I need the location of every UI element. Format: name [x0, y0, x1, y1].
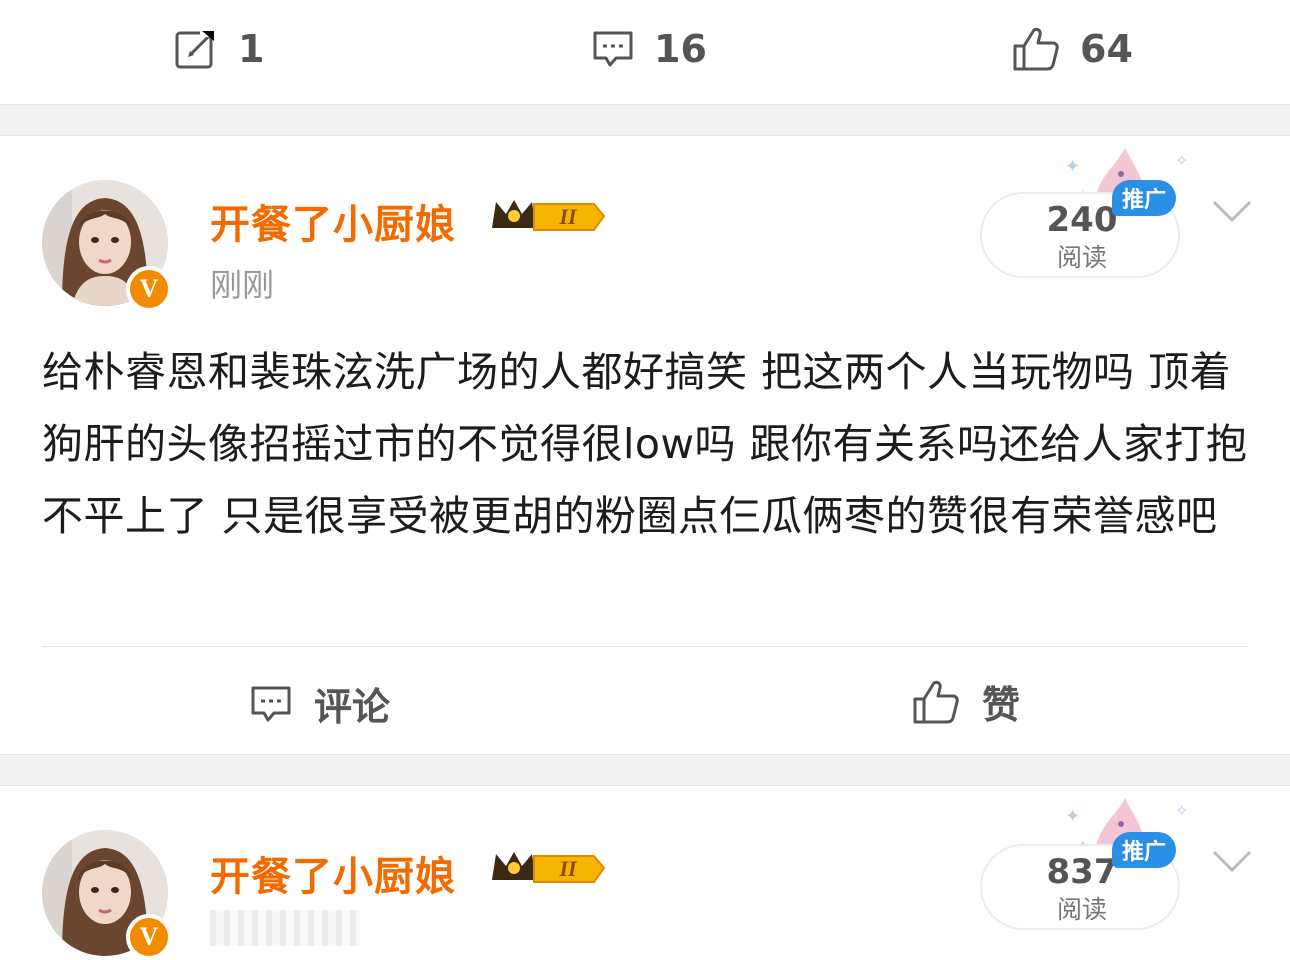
comment-icon	[251, 686, 291, 721]
username[interactable]: 开餐了小厨娘	[210, 844, 456, 902]
comment-count: 16	[654, 27, 707, 71]
redacted-time	[210, 910, 360, 946]
level-badge-text: II	[558, 856, 578, 881]
svg-text:✦: ✦	[1065, 156, 1080, 177]
crown-badge-icon: II	[492, 852, 606, 883]
repost-icon	[175, 29, 216, 69]
previous-post-action-bar: 1 16 64	[0, 0, 1290, 104]
username[interactable]: 开餐了小厨娘	[210, 192, 456, 250]
post-divider	[42, 646, 1248, 647]
feed-separator	[0, 754, 1290, 786]
post-content: 给朴睿恩和裴珠泫洗广场的人都好搞笑 把这两个人当玩物吗 顶着狗肝的头像招摇过市的…	[42, 348, 1248, 540]
feed-post: V 开餐了小厨娘 II ✦ ✧ ✦ 837 阅读 推广	[0, 786, 1290, 960]
comment-icon	[593, 31, 633, 67]
crown-badge-icon: II	[492, 200, 606, 231]
promoted-tag: 推广	[1112, 180, 1176, 216]
read-label: 阅读	[1056, 243, 1107, 272]
comment-label: 评论	[314, 685, 391, 729]
read-label: 阅读	[1056, 895, 1107, 924]
comment-button[interactable]: 16	[592, 26, 707, 72]
feed-separator	[0, 104, 1290, 136]
comment-action[interactable]: 评论	[250, 676, 390, 731]
svg-text:✦: ✦	[1065, 806, 1080, 827]
like-action[interactable]: 赞	[912, 674, 1020, 729]
verified-badge: V	[126, 914, 172, 960]
like-button[interactable]: 64	[1012, 26, 1133, 72]
like-label: 赞	[982, 683, 1021, 727]
like-icon	[1013, 27, 1059, 71]
feed-post: V 开餐了小厨娘 II 刚刚 ✦ ✧ ✦ 240 阅读 推广 给朴睿恩和裴珠泫洗…	[0, 136, 1290, 754]
like-icon	[913, 680, 959, 723]
promoted-tag: 推广	[1112, 832, 1176, 868]
chevron-down-icon[interactable]	[1210, 196, 1254, 226]
post-time: 刚刚	[210, 266, 275, 304]
chevron-down-icon[interactable]	[1210, 846, 1254, 876]
svg-text:✧: ✧	[1175, 151, 1188, 170]
repost-count: 1	[238, 27, 265, 71]
verified-badge: V	[126, 266, 172, 312]
svg-text:✧: ✧	[1175, 801, 1188, 820]
repost-button[interactable]: 1	[174, 26, 264, 72]
like-count: 64	[1080, 27, 1133, 71]
level-badge-text: II	[558, 204, 578, 229]
